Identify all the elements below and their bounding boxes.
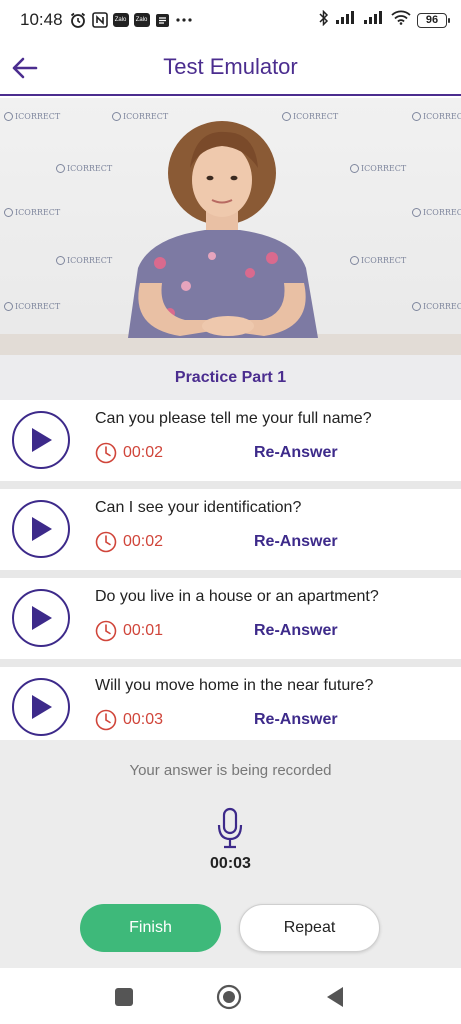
clock-icon — [95, 620, 117, 642]
play-button[interactable] — [12, 411, 70, 469]
re-answer-button[interactable]: Re-Answer — [254, 711, 338, 729]
question-text: Can I see your identification? — [95, 499, 302, 516]
play-button[interactable] — [12, 678, 70, 736]
answer-timer: 00:02 — [95, 442, 163, 464]
news-icon — [155, 13, 170, 28]
home-circle-icon — [216, 984, 242, 1010]
home-button[interactable] — [216, 984, 242, 1010]
app-header: Test Emulator — [0, 40, 461, 96]
question-item: Can you please tell me your full name? 0… — [0, 400, 461, 481]
signal-icon — [335, 10, 357, 30]
zalo-icon-2: Zalo — [133, 13, 150, 27]
question-text: Can you please tell me your full name? — [95, 410, 372, 427]
question-item: Will you move home in the near future? 0… — [0, 667, 461, 748]
page-title: Test Emulator — [163, 54, 298, 79]
system-back-button[interactable] — [322, 984, 348, 1010]
presenter-figure — [0, 121, 461, 355]
alarm-icon — [69, 11, 87, 29]
re-answer-button[interactable]: Re-Answer — [254, 533, 338, 551]
re-answer-button[interactable]: Re-Answer — [254, 444, 338, 462]
recording-status-text: Your answer is being recorded — [129, 762, 332, 779]
status-bar: 10:48 Zalo Zalo 96 — [0, 0, 461, 40]
signal-icon-2 — [363, 10, 385, 30]
wifi-icon — [391, 10, 411, 30]
answer-duration: 00:02 — [123, 533, 164, 550]
question-list: Can you please tell me your full name? 0… — [0, 400, 461, 748]
status-time: 10:48 — [20, 10, 63, 29]
clock-icon — [95, 709, 117, 731]
answer-timer: 00:03 — [95, 709, 163, 731]
re-answer-button[interactable]: Re-Answer — [254, 622, 338, 640]
nfc-icon — [91, 12, 108, 28]
answer-duration: 00:02 — [123, 444, 164, 461]
recording-panel: Your answer is being recorded 00:03 Fini… — [0, 740, 461, 968]
triangle-back-icon — [327, 987, 343, 1007]
play-icon — [32, 695, 52, 719]
question-text: Will you move home in the near future? — [95, 677, 374, 694]
battery-icon: 96 — [417, 12, 450, 28]
bluetooth-icon — [319, 9, 329, 31]
more-notifications-icon — [175, 17, 193, 23]
play-icon — [32, 428, 52, 452]
answer-timer: 00:02 — [95, 531, 163, 553]
answer-duration: 00:01 — [123, 622, 164, 639]
recording-timer: 00:03 — [210, 855, 251, 872]
video-player[interactable]: ICORRECT ICORRECT ICORRECT ICORRECT ICOR… — [0, 98, 461, 355]
clock-icon — [95, 531, 117, 553]
play-icon — [32, 606, 52, 630]
repeat-button[interactable]: Repeat — [239, 904, 380, 952]
answer-duration: 00:03 — [123, 711, 164, 728]
question-item: Can I see your identification? 00:02 Re-… — [0, 489, 461, 570]
practice-part-label: Practice Part 1 — [0, 355, 461, 400]
system-nav-bar — [0, 968, 461, 1024]
play-button[interactable] — [12, 589, 70, 647]
arrow-left-icon — [12, 57, 38, 79]
microphone-icon[interactable] — [216, 807, 244, 849]
answer-timer: 00:01 — [95, 620, 163, 642]
play-icon — [32, 517, 52, 541]
zalo-icon: Zalo — [112, 13, 129, 27]
back-button[interactable] — [6, 50, 42, 86]
clock-icon — [95, 442, 117, 464]
play-button[interactable] — [12, 500, 70, 558]
finish-button[interactable]: Finish — [80, 904, 221, 952]
question-item: Do you live in a house or an apartment? … — [0, 578, 461, 659]
square-icon — [115, 988, 133, 1006]
question-text: Do you live in a house or an apartment? — [95, 588, 379, 605]
recents-button[interactable] — [111, 984, 137, 1010]
